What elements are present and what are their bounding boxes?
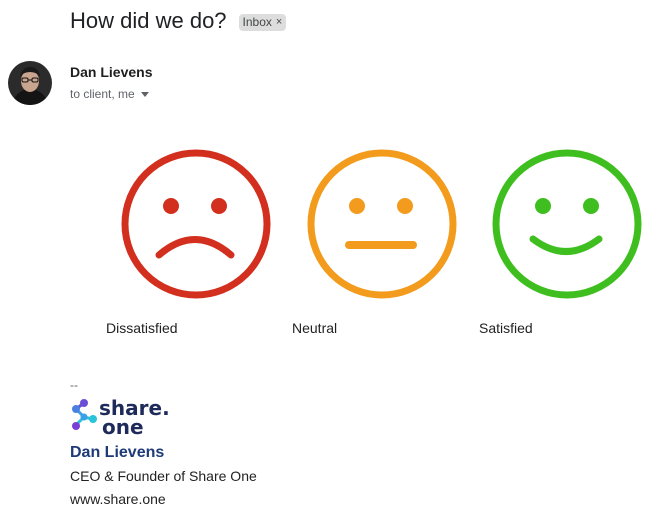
neutral-face-icon[interactable] [307,149,457,299]
satisfied-face-icon[interactable] [492,149,642,299]
signature-separator: -- [70,378,78,392]
signature-website-link[interactable]: www.share.one [70,491,166,507]
logo-text-one: one [102,415,144,437]
recipients-text: to client, me [70,87,135,101]
close-icon[interactable]: × [276,16,282,28]
dissatisfied-label: Dissatisfied [106,320,178,336]
signature-name: Dan Lievens [70,444,165,461]
inbox-label-chip[interactable]: Inbox × [238,13,287,31]
avatar-photo [8,61,52,105]
satisfaction-survey-image [121,149,642,299]
dissatisfied-face-icon[interactable] [121,149,271,299]
signature-title: CEO & Founder of Share One [70,468,257,484]
share-one-logo: share. one [72,396,170,437]
subject-row: How did we do? Inbox × [70,8,287,34]
satisfied-label: Satisfied [479,320,533,336]
sender-name[interactable]: Dan Lievens [70,64,152,80]
inbox-label-text: Inbox [242,14,272,29]
email-subject: How did we do? [70,8,227,33]
neutral-label: Neutral [292,320,338,336]
sender-avatar[interactable] [8,61,52,105]
caret-down-icon[interactable] [140,92,149,97]
recipients-details-toggle[interactable]: to client, me [70,87,149,101]
